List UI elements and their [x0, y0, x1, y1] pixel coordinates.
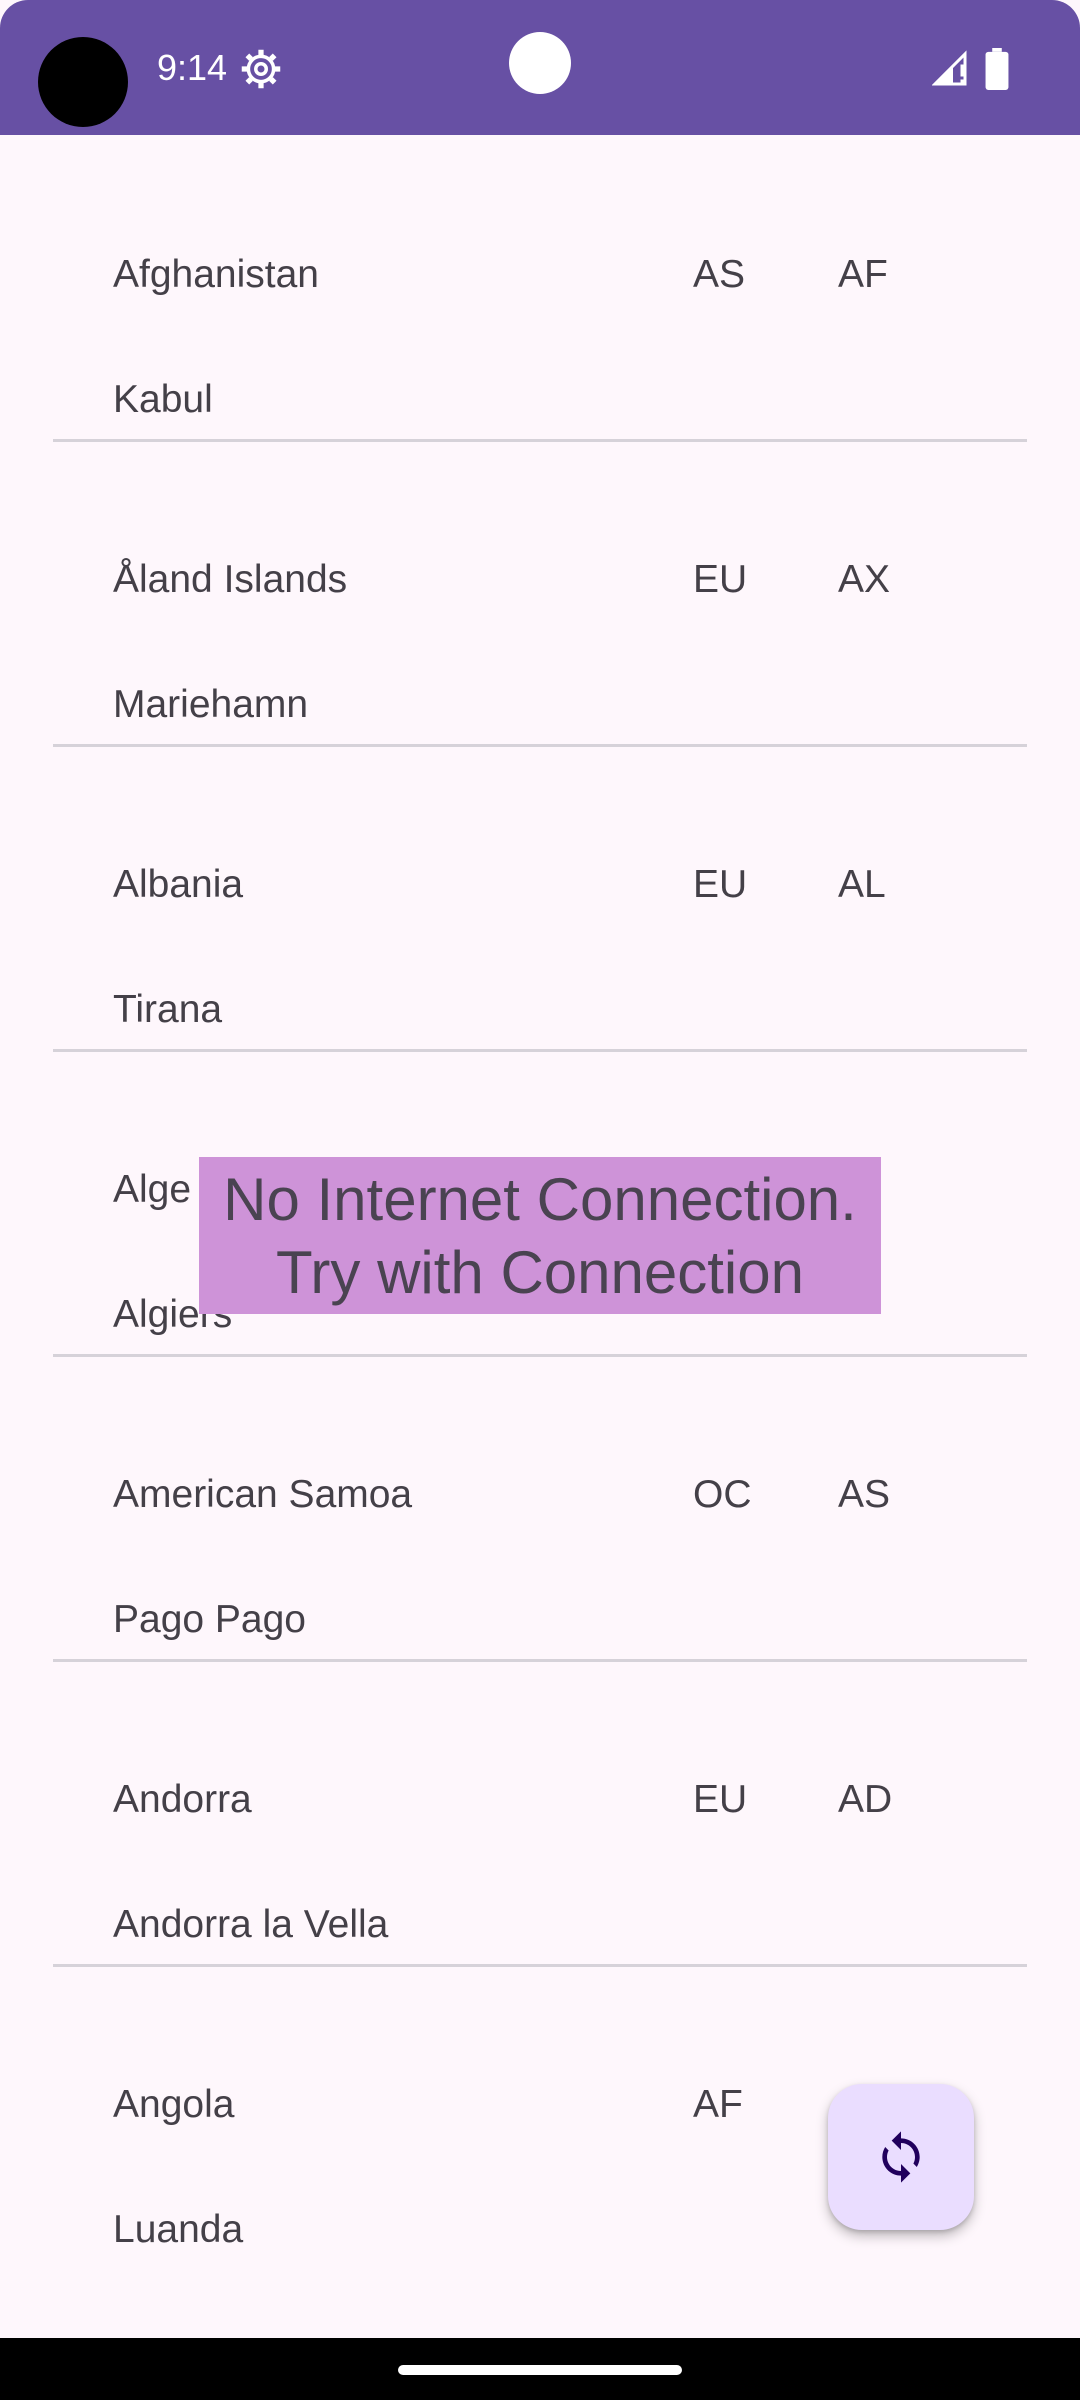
- refresh-button[interactable]: [828, 2084, 974, 2230]
- no-connection-toast: No Internet Connection. Try with Connect…: [199, 1157, 881, 1314]
- settings-gear-icon: [241, 49, 281, 89]
- country-name: Angola: [113, 2083, 235, 2126]
- continent-code: EU: [693, 558, 748, 601]
- continent-code: EU: [693, 1778, 748, 1821]
- front-camera: [38, 37, 128, 127]
- continent-code: OC: [693, 1473, 752, 1516]
- continent-code: AF: [693, 2083, 743, 2126]
- country-code: AX: [838, 558, 891, 601]
- country-row[interactable]: Andorra EU AD Andorra la Vella: [53, 1660, 1027, 1967]
- country-row[interactable]: Afghanistan AS AF Kabul: [53, 135, 1027, 442]
- country-name: Afghanistan: [113, 253, 319, 296]
- country-row[interactable]: Albania EU AL Tirana: [53, 745, 1027, 1052]
- capital-name: Pago Pago: [113, 1598, 307, 1641]
- country-name: Alge: [113, 1168, 192, 1211]
- home-gesture-handle[interactable]: [398, 2365, 682, 2375]
- country-name: Andorra: [113, 1778, 252, 1821]
- country-code: AS: [838, 1473, 891, 1516]
- refresh-icon: [882, 2131, 920, 2183]
- capital-name: Tirana: [113, 988, 223, 1031]
- continent-code: EU: [693, 863, 748, 906]
- battery-icon: [985, 48, 1009, 90]
- status-bar: 9:14: [0, 0, 1080, 135]
- country-code: AF: [838, 253, 888, 296]
- capital-name: Andorra la Vella: [113, 1903, 389, 1946]
- country-name: American Samoa: [113, 1473, 413, 1516]
- status-time: 9:14: [157, 47, 228, 88]
- country-code: AD: [838, 1778, 893, 1821]
- country-name: Åland Islands: [113, 558, 348, 601]
- signal-icon: [932, 50, 967, 86]
- capital-name: Kabul: [113, 378, 213, 421]
- capital-name: Mariehamn: [113, 683, 309, 726]
- continent-code: AS: [693, 253, 746, 296]
- country-row[interactable]: American Samoa OC AS Pago Pago: [53, 1355, 1027, 1662]
- camera-notch: [509, 32, 571, 94]
- country-code: AL: [838, 863, 886, 906]
- country-name: Albania: [113, 863, 244, 906]
- toast-line-1: No Internet Connection.: [223, 1165, 857, 1233]
- country-row[interactable]: Åland Islands EU AX Mariehamn: [53, 440, 1027, 747]
- toast-line-2: Try with Connection: [276, 1238, 804, 1306]
- capital-name: Luanda: [113, 2208, 244, 2251]
